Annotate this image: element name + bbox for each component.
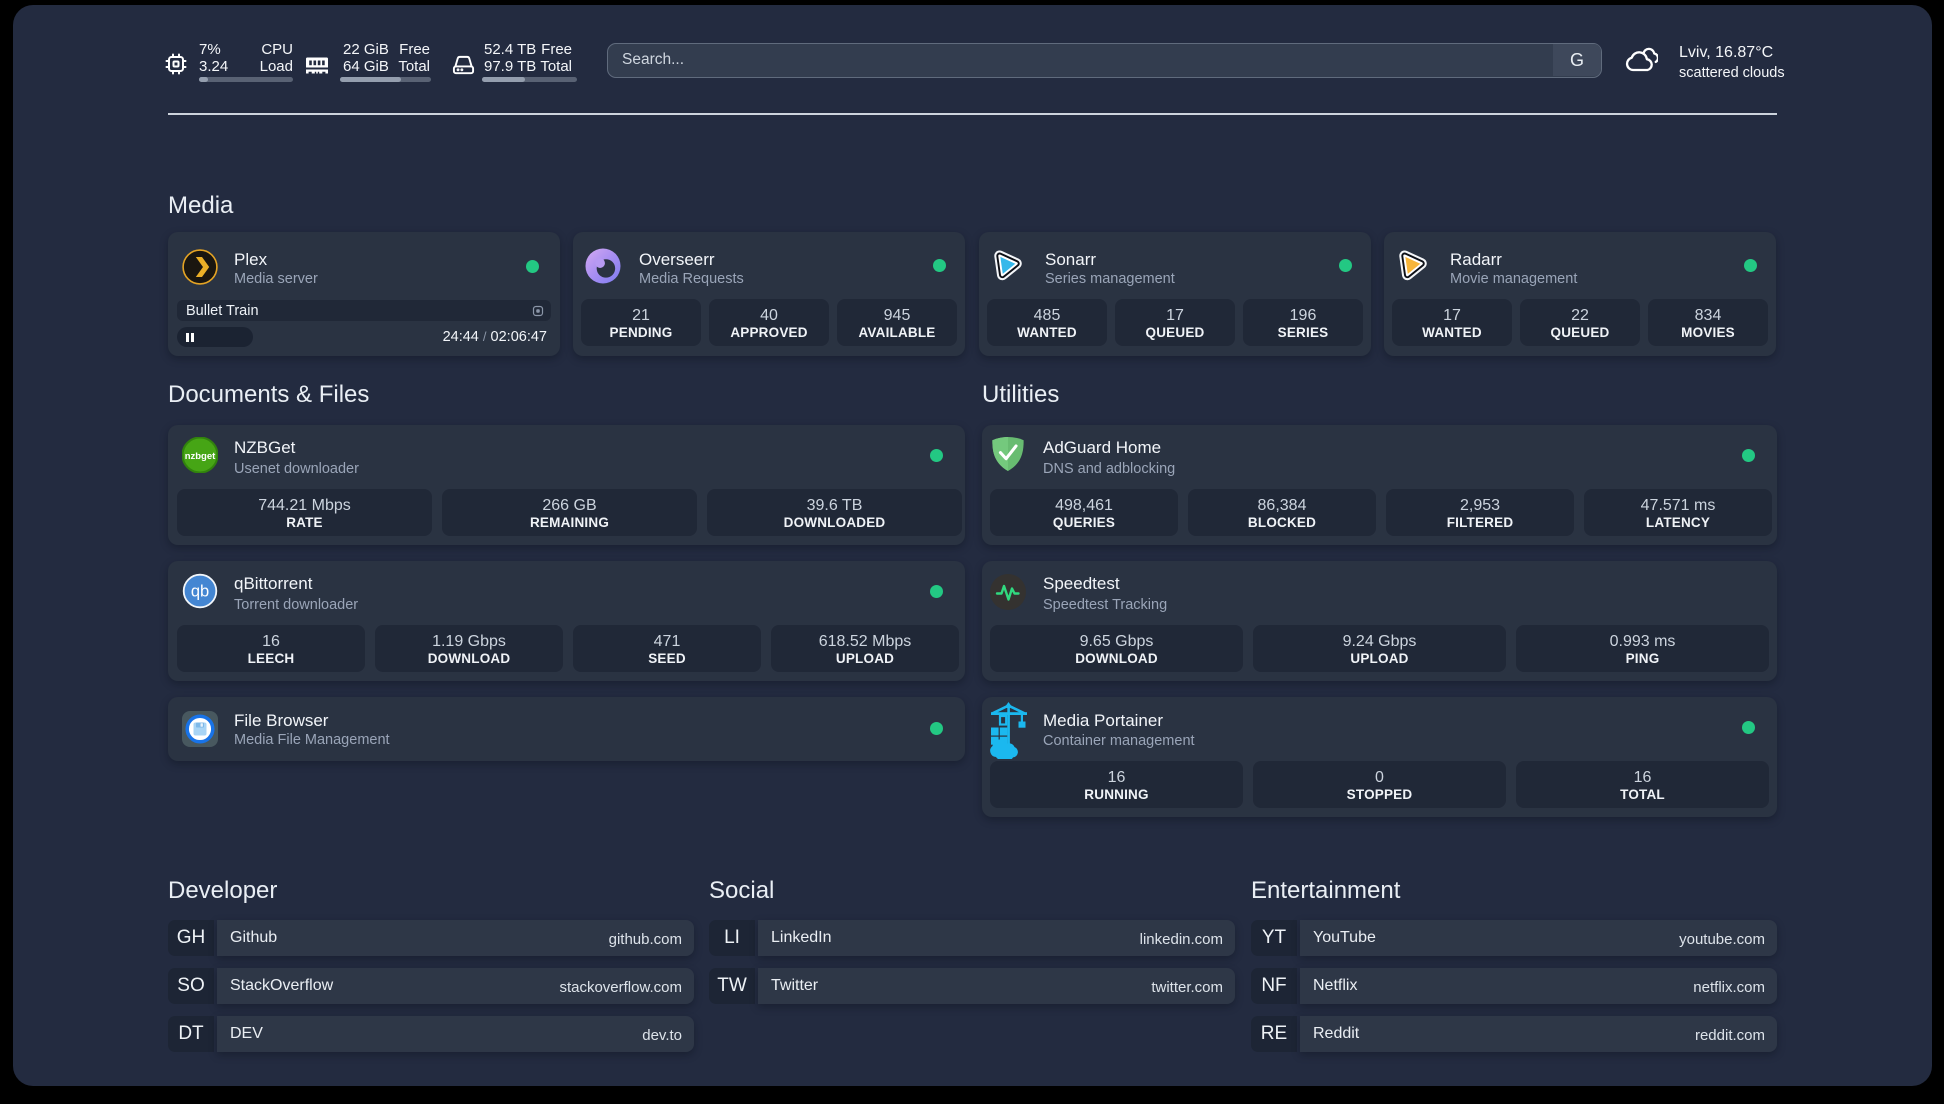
svg-text:nzbget: nzbget	[185, 451, 216, 462]
svg-text:qb: qb	[191, 583, 209, 601]
